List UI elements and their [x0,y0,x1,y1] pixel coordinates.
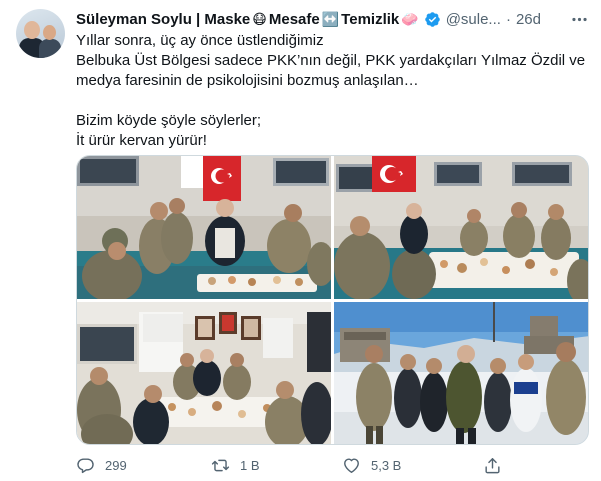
photo-1[interactable] [77,156,331,299]
retweet-count: 1 B [240,457,260,473]
retweet-icon [211,459,230,471]
photo-2[interactable] [334,156,588,299]
reply-button[interactable]: 299 [76,450,127,480]
avatar[interactable] [16,9,65,58]
display-name-part-1: Süleyman Soylu | Maske [76,10,251,28]
tweet-line-2: Belbuka Üst Bölgesi sadece PKK’nın değil… [76,52,586,69]
avatar-face-1 [24,21,40,39]
tweet-timestamp[interactable]: 26d [516,11,541,28]
tweet-line-3: medya faresinin de psikolojisini bozmuş … [76,72,419,89]
separator-dot: · [505,10,511,28]
tweet-text: Yıllar sonra, üç ay önce üstlendiğimiz B… [76,31,591,151]
tweet-header: Süleyman Soylu | Maske 😷 Mesafe ↔️ Temizlik 🧼… [76,9,596,29]
media-grid [76,155,589,445]
author-handle[interactable]: @sule... [446,11,501,28]
more-options-button[interactable] [568,9,590,29]
like-count: 5,3 B [371,457,402,473]
display-name[interactable]: Süleyman Soylu | Maske 😷 Mesafe ↔️ Temizlik 🧼 [76,11,421,28]
retweet-button[interactable]: 1 B [211,450,260,480]
tweet[interactable]: Süleyman Soylu | Maske 😷 Mesafe ↔️ Temizlik 🧼… [0,0,601,481]
photo-4[interactable] [334,302,588,444]
heart-icon [344,457,359,473]
tweet-line-4: Bizim köyde şöyle söylerler; [76,112,262,129]
avatar-face-2 [43,25,56,40]
tweet-actions: 299 1 B 5,3 B [76,450,596,480]
tweet-line-1: Yıllar sonra, üç ay önce üstlendiğimiz [76,32,324,49]
display-name-part-3: Temizlik [341,10,400,28]
like-button[interactable]: 5,3 B [342,450,401,480]
more-dots-icon [571,17,587,21]
verified-badge-icon [424,11,440,27]
share-button[interactable] [483,450,502,480]
display-name-part-2: Mesafe [268,10,320,28]
reply-count: 299 [105,457,127,473]
share-icon [485,457,500,473]
reply-icon [77,457,94,473]
tweet-line-5: İt ürür kervan yürür! [76,132,207,149]
avatar-figure-2 [39,39,61,58]
arrows-emoji: ↔️ [321,10,340,27]
photo-3[interactable] [77,302,331,444]
soap-emoji: 🧼 [401,10,419,27]
mask-emoji: 😷 [252,10,267,27]
